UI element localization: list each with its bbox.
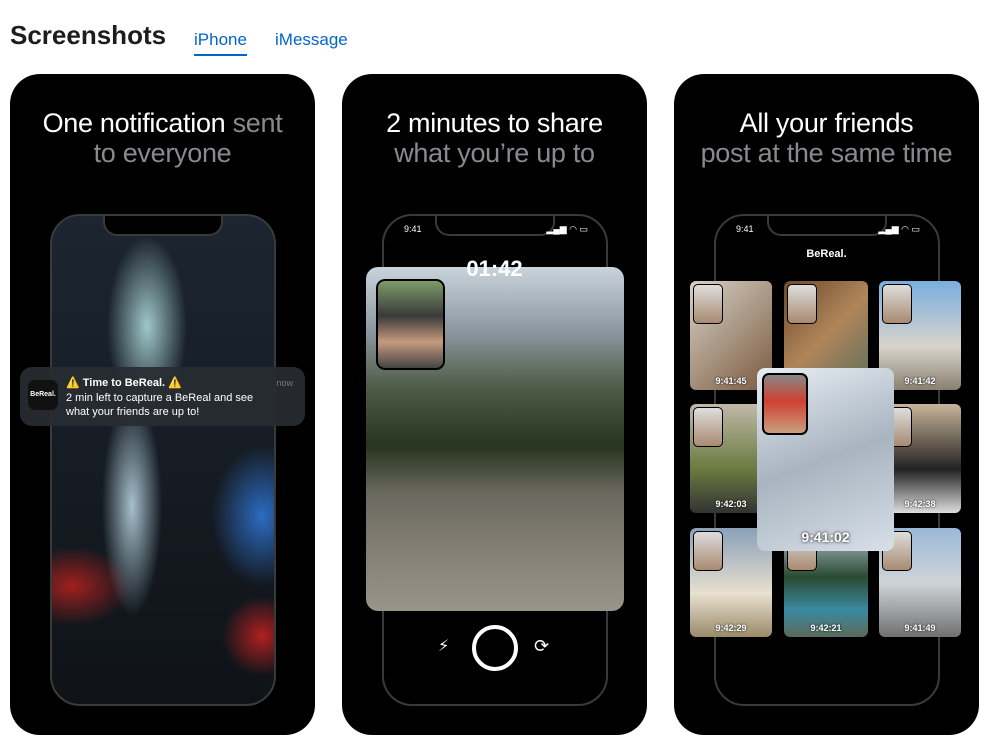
status-time: 9:41: [404, 224, 422, 234]
shutter-button[interactable]: [472, 625, 518, 671]
countdown-timer: 01:42: [466, 256, 523, 281]
notification-banner[interactable]: BeReal. ⚠️ Time to BeReal. ⚠️ now 2 min …: [20, 367, 305, 426]
selfie-inset: [693, 284, 723, 324]
phone-mockup: [50, 214, 276, 706]
selfie-inset: [787, 284, 817, 324]
section-title: Screenshots: [10, 20, 167, 50]
status-icons: ▂▄▆ ◠ ▭: [546, 224, 588, 234]
status-icons: ▂▄▆ ◠ ▭: [878, 224, 920, 234]
card-title: All your friends post at the same time: [700, 108, 953, 168]
notification-time: now: [276, 378, 293, 388]
screenshot-card-capture[interactable]: 2 minutes to share what you’re up to 9:41…: [342, 74, 647, 735]
flip-camera-icon[interactable]: ⟳: [534, 636, 549, 657]
selfie-inset: [882, 284, 912, 324]
post-time: 9:41:49: [904, 623, 936, 633]
selfie-inset: [376, 279, 445, 370]
notification-title: ⚠️ Time to BeReal. ⚠️: [66, 377, 182, 389]
post-time: 9:42:21: [810, 623, 842, 633]
app-title: BeReal.: [806, 248, 847, 260]
screenshot-card-friends[interactable]: All your friends post at the same time 9:…: [674, 74, 979, 735]
selfie-inset: [693, 407, 723, 447]
phone-notch: [103, 216, 223, 236]
status-time: 9:41: [736, 224, 754, 234]
featured-post[interactable]: 9:41:02: [757, 368, 894, 551]
flash-off-icon[interactable]: ⚡︎: [438, 636, 449, 656]
selfie-inset: [762, 373, 808, 435]
tab-imessage[interactable]: iMessage: [275, 30, 348, 50]
card-title: One notification sent to everyone: [42, 108, 283, 168]
notification-body: 2 min left to capture a BeReal and see w…: [66, 392, 254, 418]
post-time: 9:42:29: [715, 623, 747, 633]
selfie-inset: [693, 531, 723, 571]
card-title: 2 minutes to share what you’re up to: [386, 108, 603, 168]
screenshot-card-notification[interactable]: One notification sent to everyone BeReal.…: [10, 74, 315, 735]
tab-iphone[interactable]: iPhone: [194, 30, 247, 56]
app-icon: BeReal.: [28, 380, 58, 410]
captured-photo: [366, 267, 624, 611]
featured-time: 9:41:02: [801, 529, 850, 545]
